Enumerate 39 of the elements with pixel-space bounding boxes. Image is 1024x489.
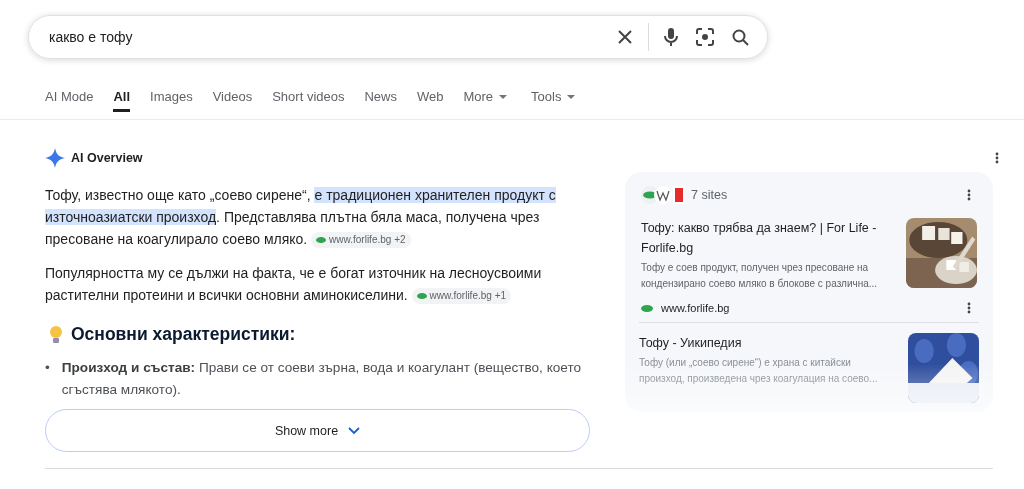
- overview-title: AI Overview: [71, 151, 143, 165]
- search-tab[interactable]: Videos: [212, 84, 253, 112]
- search-field[interactable]: какво е тофу: [47, 28, 617, 46]
- site-logos-icon: [641, 186, 685, 204]
- search-tab[interactable]: Tools: [531, 84, 576, 112]
- source-chip[interactable]: www.forlife.bg +1: [411, 288, 512, 304]
- more-options-icon[interactable]: [995, 152, 999, 164]
- bullet-item: Произход и състав: Прави се от соеви зърна, вода и коагулант (вещество, което сгъстява млякото).: [61, 359, 583, 399]
- source-chip[interactable]: www.forlife.bg +2: [311, 232, 411, 248]
- overview-paragraph: Популярността му се дължи на факта, че е богат източник на лесноусвоими растителни протеини и всички основни аминокиселини. www.forlife.bg +1: [45, 264, 543, 306]
- search-tab[interactable]: All: [113, 84, 131, 112]
- search-tab[interactable]: Web: [417, 84, 444, 112]
- search-tab[interactable]: Short videos: [272, 84, 345, 112]
- sources-count: 7 sites: [691, 188, 728, 202]
- sparkle-icon: [45, 148, 65, 168]
- show-more-button[interactable]: Show more: [45, 409, 590, 452]
- overview-paragraph: Тофу, известно още като „соево сирене“, е традиционен хранителен продукт с източноазиатски произход. Представлява плътна бяла маса, получена чрез пресоване на коагулирало соево мляко. www.forlife.bg +2: [45, 186, 557, 250]
- more-options-icon[interactable]: [967, 189, 971, 201]
- search-tab[interactable]: Images: [150, 84, 193, 112]
- chevron-down-icon: [348, 426, 361, 435]
- lightbulb-icon: [49, 324, 63, 345]
- microphone-icon[interactable]: [664, 27, 678, 47]
- more-options-icon[interactable]: [967, 302, 971, 314]
- source-title[interactable]: Тофу: какво трябва да знаем? | For Life - Forlife.bg: [641, 218, 896, 258]
- close-icon[interactable]: [617, 29, 633, 45]
- camera-icon[interactable]: [696, 28, 714, 46]
- search-tab[interactable]: More: [463, 84, 508, 112]
- site-logo-icon: [641, 304, 653, 312]
- source-snippet: Тофу е соев продукт, получен чрез пресоване на кондензирано соево мляко в блокове с различна...: [641, 261, 879, 291]
- source-site[interactable]: www.forlife.bg: [661, 302, 730, 314]
- search-icon[interactable]: [732, 28, 749, 46]
- search-tab[interactable]: AI Mode: [45, 84, 94, 112]
- source-snippet: Тофу (или „соево сирене“) е храна с китайски произход, произведена чрез коагулация на соево...: [639, 356, 879, 386]
- leaf-icon: [416, 293, 427, 299]
- section-heading: Основни характеристики:: [71, 324, 296, 345]
- bullet-marker: •: [45, 359, 50, 377]
- source-title[interactable]: Тофу - Уикипедия: [639, 333, 898, 353]
- leaf-icon: [316, 237, 327, 243]
- search-tab[interactable]: News: [364, 84, 397, 112]
